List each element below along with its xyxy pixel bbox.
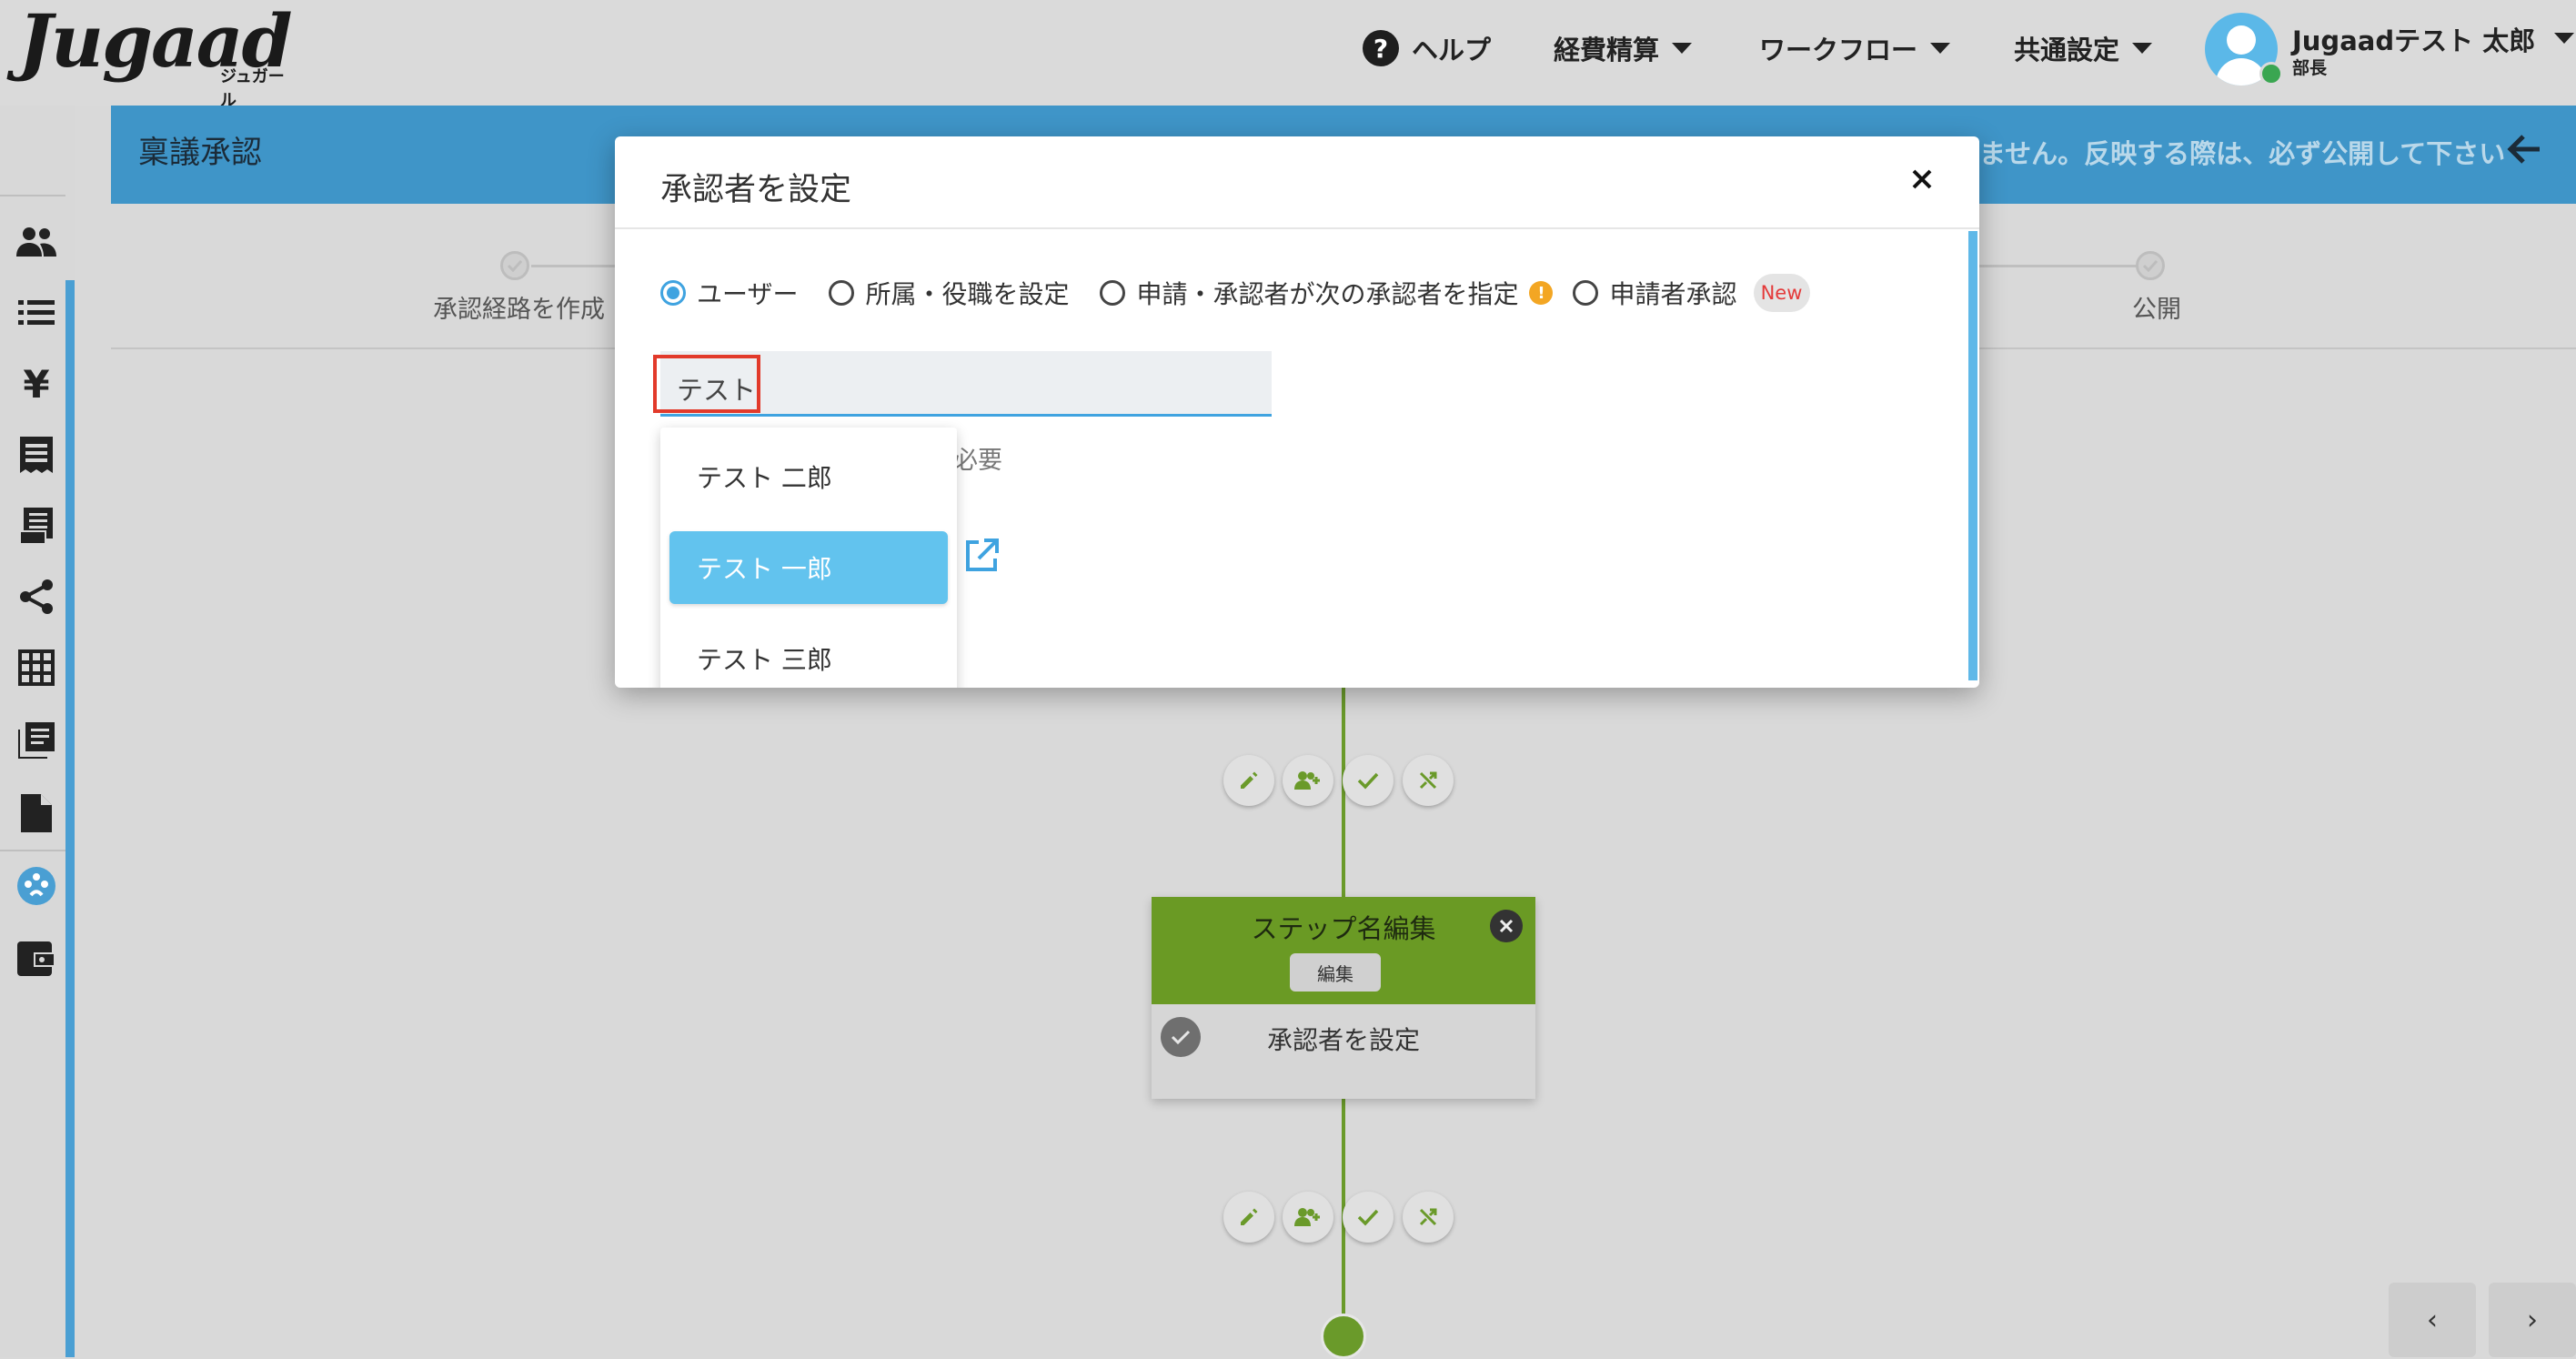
document-list-icon[interactable] — [15, 504, 58, 548]
step-approver-label: 承認者を設定 — [1266, 1025, 1420, 1055]
close-icon[interactable] — [1901, 158, 1943, 200]
common-settings-menu[interactable]: 共通設定 — [2014, 25, 2153, 71]
suggestion-item[interactable]: テスト 二郎 — [669, 440, 948, 513]
help-icon: ? — [1363, 30, 1399, 66]
chevron-down-icon — [2554, 33, 2574, 44]
user-name: Jugaadテスト 太郎 — [2292, 25, 2536, 56]
back-arrow-icon[interactable] — [2505, 129, 2545, 169]
jugaad-logo[interactable]: Jugaad ジュガール — [18, 0, 300, 110]
expense-menu[interactable]: 経費精算 — [1554, 25, 1693, 71]
logo-subtext: ジュガール — [220, 67, 285, 110]
radio-department-position[interactable]: 所属・役職を設定 — [829, 275, 1069, 311]
unpublished-notice: ません。反映する際は、必ず公開して下さい — [1979, 138, 2506, 169]
step-approver-row[interactable]: 承認者を設定 — [1152, 1004, 1535, 1099]
step-name: ステップ名編集 — [1251, 913, 1436, 944]
suggestion-item[interactable]: テスト 三郎 — [669, 622, 948, 688]
help-label: ヘルプ — [1412, 35, 1492, 65]
edit-step-button[interactable] — [1223, 755, 1274, 806]
expense-menu-label: 経費精算 — [1554, 35, 1660, 65]
dialog-title: 承認者を設定 — [660, 172, 852, 208]
required-hint: 必要 — [953, 447, 1002, 475]
approver-type-radio-group: ユーザー 所属・役職を設定 申請・承認者が次の承認者を指定 ! 申請者承認 Ne… — [660, 273, 1810, 313]
page-title: 稟議承認 — [138, 135, 262, 171]
wallet-icon[interactable] — [15, 937, 58, 981]
approval-step-card[interactable]: ステップ名編集 編集 承認者を設定 — [1152, 897, 1535, 1099]
yen-icon[interactable]: ¥ — [15, 362, 58, 407]
next-page-button[interactable]: › — [2489, 1283, 2576, 1357]
share-icon[interactable] — [15, 575, 58, 619]
new-badge: New — [1753, 274, 1810, 312]
step-create-route-label: 承認経路を作成 — [433, 296, 605, 324]
radio-applicant-designates-next[interactable]: 申請・承認者が次の承認者を指定 — [1100, 275, 1518, 311]
suggestion-item-selected[interactable]: テスト 一郎 — [669, 531, 948, 604]
online-status-dot — [2259, 62, 2283, 86]
dialog-divider — [615, 227, 1979, 229]
radio-button — [829, 280, 855, 306]
radio-user-label: ユーザー — [697, 279, 799, 309]
common-settings-label: 共通設定 — [2014, 35, 2120, 65]
sidebar-divider — [0, 195, 65, 196]
radio-button — [1573, 280, 1599, 306]
user-suggestion-dropdown: テスト 二郎 テスト 一郎 テスト 三郎 — [660, 428, 957, 688]
flow-end-node — [1321, 1314, 1366, 1359]
top-header: Jugaad ジュガール ? ヘルプ 経費精算 ワークフロー 共通設定 Juga… — [0, 0, 2576, 110]
step-publish-icon — [2136, 251, 2165, 280]
file-icon[interactable] — [15, 791, 58, 835]
info-icon[interactable]: ! — [1529, 281, 1554, 305]
stepper-connector — [1979, 265, 2141, 267]
approve-step-button[interactable] — [1343, 755, 1394, 806]
sidebar-divider — [0, 850, 65, 851]
receipt-icon[interactable] — [15, 433, 58, 477]
workflow-menu[interactable]: ワークフロー — [1759, 25, 1951, 71]
left-sidebar: ¥ — [0, 106, 75, 1357]
prev-page-button[interactable]: ‹ — [2389, 1283, 2476, 1357]
step-name-edit-button[interactable]: 編集 — [1290, 953, 1381, 992]
set-approver-dialog: 承認者を設定 ユーザー 所属・役職を設定 申請・承認者が次の承認者を指定 ! 申… — [615, 136, 1979, 688]
chevron-down-icon — [2132, 43, 2153, 54]
chevron-down-icon — [1672, 43, 1693, 54]
chevron-down-icon — [1930, 43, 1951, 54]
stepper-connector — [531, 265, 619, 267]
radio-applicant-approval-label: 申請者承認 — [1609, 279, 1737, 309]
step-create-route-icon — [500, 251, 529, 280]
people-icon[interactable] — [15, 220, 58, 264]
approve-step-button[interactable] — [1343, 1192, 1394, 1243]
palette-icon[interactable] — [15, 864, 58, 908]
delete-step-button[interactable] — [1490, 910, 1523, 942]
workflow-menu-label: ワークフロー — [1759, 35, 1918, 65]
help-menu[interactable]: ? ヘルプ — [1363, 25, 1491, 71]
radio-applicant-designates-next-label: 申請・承認者が次の承認者を指定 — [1136, 279, 1519, 309]
radio-user[interactable]: ユーザー — [660, 275, 798, 311]
grid-icon[interactable] — [15, 646, 58, 690]
radio-button — [1100, 280, 1126, 306]
step-publish-label: 公開 — [2132, 296, 2181, 324]
user-role: 部長 — [2292, 58, 2328, 78]
add-approver-button[interactable] — [1283, 1192, 1333, 1243]
radio-button — [660, 280, 686, 306]
sidebar-scroll-accent — [65, 280, 75, 1357]
user-menu[interactable]: Jugaadテスト 太郎 部長 — [2205, 13, 2574, 89]
library-icon[interactable] — [15, 719, 58, 762]
search-highlight-box — [653, 355, 760, 413]
edit-step-button[interactable] — [1223, 1192, 1274, 1243]
external-link-icon[interactable] — [962, 537, 1001, 575]
dialog-scrollbar[interactable] — [1968, 231, 1977, 680]
shuffle-step-button[interactable] — [1403, 755, 1454, 806]
add-approver-button[interactable] — [1283, 755, 1333, 806]
list-icon[interactable] — [15, 291, 58, 335]
shuffle-step-button[interactable] — [1403, 1192, 1454, 1243]
radio-applicant-approval[interactable]: 申請者承認 — [1573, 275, 1737, 311]
radio-department-position-label: 所属・役職を設定 — [865, 279, 1070, 309]
